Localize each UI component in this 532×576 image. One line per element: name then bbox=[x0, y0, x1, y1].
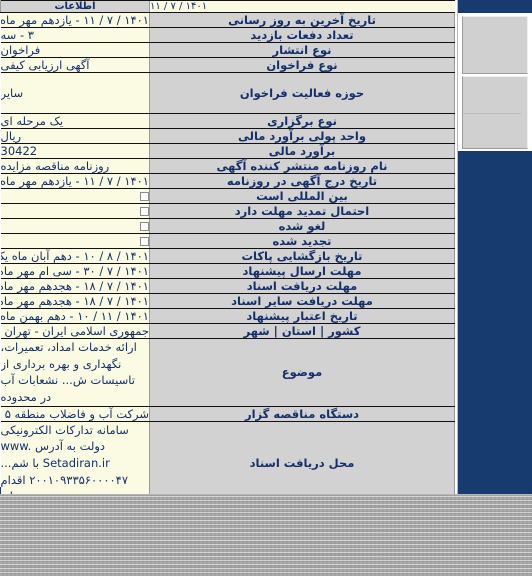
row-value-15: ۱۴۰۱ / ۷ / ۳۰ - سی ام مهر ماه یک هزار و … bbox=[0, 263, 150, 279]
row-checkbox-10[interactable] bbox=[0, 188, 150, 204]
checkbox-icon[interactable] bbox=[140, 222, 149, 231]
panel-box-upper bbox=[462, 16, 528, 74]
row-checkbox-11[interactable] bbox=[0, 203, 150, 219]
row-value-3: آگهی ارزیابی کیفی bbox=[0, 57, 150, 73]
row-value-17: ۱۴۰۱ / ۷ / ۱۸ - هجدهم مهر ماه یک هزار و … bbox=[0, 293, 150, 309]
table-row: تاریخ اعتبار پیشنهاد ۱۴۰۱ / ۱۱ / ۱۰ - دهم… bbox=[0, 308, 455, 324]
row-value-18: ۱۴۰۱ / ۱۱ / ۱۰ - دهم بهمن ماه یک هزار و … bbox=[0, 308, 150, 324]
table-row: تاریخ درج آگهی در روزنامه ۱۴۰۱ / ۷ / ۱۱ -… bbox=[0, 173, 455, 189]
checkbox-icon[interactable] bbox=[140, 192, 149, 201]
row-label-10: بین المللی است bbox=[149, 188, 455, 204]
table-row: مهلت دریافت اسناد ۱۴۰۱ / ۷ / ۱۸ - هجدهم م… bbox=[0, 278, 455, 294]
table-row: محل دریافت اسناد سامانه تدارکات الکترونیک… bbox=[0, 420, 455, 494]
checkbox-icon[interactable] bbox=[140, 207, 149, 216]
row-value-9: ۱۴۰۱ / ۷ / ۱۱ - یازدهم مهر ماه یک هزار و… bbox=[0, 173, 150, 189]
table-cell-value: ۱۴۰۱ / ۷ / ۱۱ bbox=[149, 0, 455, 13]
row-label-21: دستگاه مناقصه گزار bbox=[149, 405, 455, 422]
table-row: مهلت دریافت سایر اسناد ۱۴۰۱ / ۷ / ۱۸ - هج… bbox=[0, 293, 455, 309]
row-label-4: حوزه فعالیت فراخوان bbox=[149, 72, 455, 114]
row-label-5: نوع برگزاری bbox=[149, 113, 455, 129]
table-row: نوع برگزاری یک مرحله ای bbox=[0, 113, 455, 129]
row-value-0: ۱۴۰۱ / ۷ / ۱۱ - یازدهم مهر ماه یک هزار و… bbox=[0, 12, 150, 28]
row-label-15: مهلت ارسال پیشنهاد bbox=[149, 263, 455, 279]
table-row: مهلت ارسال پیشنهاد ۱۴۰۱ / ۷ / ۳۰ - سی ام … bbox=[0, 263, 455, 279]
table-row: تعداد دفعات بازدید ۳ - سه bbox=[0, 27, 455, 43]
row-label-9: تاریخ درج آگهی در روزنامه bbox=[149, 173, 455, 189]
row-value-22: سامانه تدارکات الکترونیکی دولت به آدرس w… bbox=[0, 420, 150, 494]
row-label-0: تاریخ آخرین به روز رسانی bbox=[149, 12, 455, 28]
row-checkbox-13[interactable] bbox=[0, 233, 150, 249]
row-value-7: 30422 bbox=[0, 143, 150, 159]
row-value-16: ۱۴۰۱ / ۷ / ۱۸ - هجدهم مهر ماه یک هزار و … bbox=[0, 278, 150, 294]
checkbox-icon[interactable] bbox=[140, 237, 149, 246]
panel-box-lower bbox=[462, 76, 528, 149]
panel-header-band-top bbox=[458, 0, 532, 13]
row-checkbox-12[interactable] bbox=[0, 218, 150, 234]
bottom-texture-strip bbox=[0, 494, 532, 576]
right-side-panel bbox=[457, 0, 532, 494]
row-value-2: فراخوان bbox=[0, 42, 150, 58]
row-label-17: مهلت دریافت سایر اسناد bbox=[149, 293, 455, 309]
table-row: دستگاه مناقصه گزار شرکت آب و فاضلاب منطقه… bbox=[0, 405, 455, 422]
row-value-5: یک مرحله ای bbox=[0, 113, 150, 129]
row-label-7: برآورد مالی bbox=[149, 143, 455, 159]
row-label-22: محل دریافت اسناد bbox=[149, 420, 455, 494]
table-row: نوع فراخوان آگهی ارزیابی کیفی bbox=[0, 57, 455, 73]
row-label-16: مهلت دریافت اسناد bbox=[149, 278, 455, 294]
row-label-1: تعداد دفعات بازدید bbox=[149, 27, 455, 43]
row-label-6: واحد پولی برآورد مالی bbox=[149, 128, 455, 144]
row-value-8: روزنامه مناقصه مزایده bbox=[0, 158, 150, 174]
table-row: تاریخ بازگشایی پاکات ۱۴۰۱ / ۸ / ۱۰ - دهم … bbox=[0, 248, 455, 264]
tender-detail-table: ۱۴۰۱ / ۷ / ۱۱ اطلاعات تاریخ آخرین به روز ر… bbox=[0, 0, 455, 494]
table-row: موضوع ارائه خدمات امداد، تعمیرات، نگهداری… bbox=[0, 338, 455, 407]
tender-detail-table-region: پایگاه اطلاع مرکز اطلاع رسانی ۰۲۱-۸۸۳۴۹۶… bbox=[0, 0, 455, 494]
screenshot-root: پایگاه اطلاع مرکز اطلاع رسانی ۰۲۱-۸۸۳۴۹۶… bbox=[0, 0, 532, 576]
table-row: تاریخ آخرین به روز رسانی ۱۴۰۱ / ۷ / ۱۱ - … bbox=[0, 12, 455, 28]
table-cell-label: اطلاعات bbox=[0, 0, 150, 13]
row-label-14: تاریخ بازگشایی پاکات bbox=[149, 248, 455, 264]
row-label-11: احتمال تمدید مهلت دارد bbox=[149, 203, 455, 219]
panel-footer-band bbox=[458, 151, 532, 494]
row-value-6: ریال bbox=[0, 128, 150, 144]
table-row: برآورد مالی 30422 bbox=[0, 143, 455, 159]
table-row: نوع انتشار فراخوان bbox=[0, 42, 455, 58]
row-value-21: شرکت آب و فاضلاب منطقه ۵ شهر تهران bbox=[0, 405, 150, 422]
row-label-2: نوع انتشار bbox=[149, 42, 455, 58]
row-label-19: کشور | استان | شهر bbox=[149, 323, 455, 339]
row-value-14: ۱۴۰۱ / ۸ / ۱۰ - دهم آبان ماه یک هزار و چ… bbox=[0, 248, 150, 264]
panel-box-divider bbox=[463, 113, 521, 114]
table-row: واحد پولی برآورد مالی ریال bbox=[0, 128, 455, 144]
table-body: ۱۴۰۱ / ۷ / ۱۱ اطلاعات تاریخ آخرین به روز ر… bbox=[0, 0, 455, 494]
row-label-3: نوع فراخوان bbox=[149, 57, 455, 73]
row-label-13: تجدید شده bbox=[149, 233, 455, 249]
table-row-partial: ۱۴۰۱ / ۷ / ۱۱ اطلاعات bbox=[0, 0, 455, 13]
row-value-20: ارائه خدمات امداد، تعمیرات، نگهداری و به… bbox=[0, 338, 150, 407]
row-value-1: ۳ - سه bbox=[0, 27, 150, 43]
table-row: احتمال تمدید مهلت دارد bbox=[0, 203, 455, 219]
table-row: کشور | استان | شهر جمهوری اسلامی ایران - … bbox=[0, 323, 455, 339]
row-label-20: موضوع bbox=[149, 338, 455, 407]
row-value-19: جمهوری اسلامی ایران - تهران - تهران bbox=[0, 323, 150, 339]
row-label-8: نام روزنامه منتشر کننده آگهی bbox=[149, 158, 455, 174]
row-label-12: لغو شده bbox=[149, 218, 455, 234]
table-row: تجدید شده bbox=[0, 233, 455, 249]
table-row: لغو شده bbox=[0, 218, 455, 234]
table-row: بین المللی است bbox=[0, 188, 455, 204]
row-label-18: تاریخ اعتبار پیشنهاد bbox=[149, 308, 455, 324]
table-row: نام روزنامه منتشر کننده آگهی روزنامه مناق… bbox=[0, 158, 455, 174]
table-row: حوزه فعالیت فراخوان سایر bbox=[0, 72, 455, 114]
row-value-4: سایر bbox=[0, 72, 150, 114]
